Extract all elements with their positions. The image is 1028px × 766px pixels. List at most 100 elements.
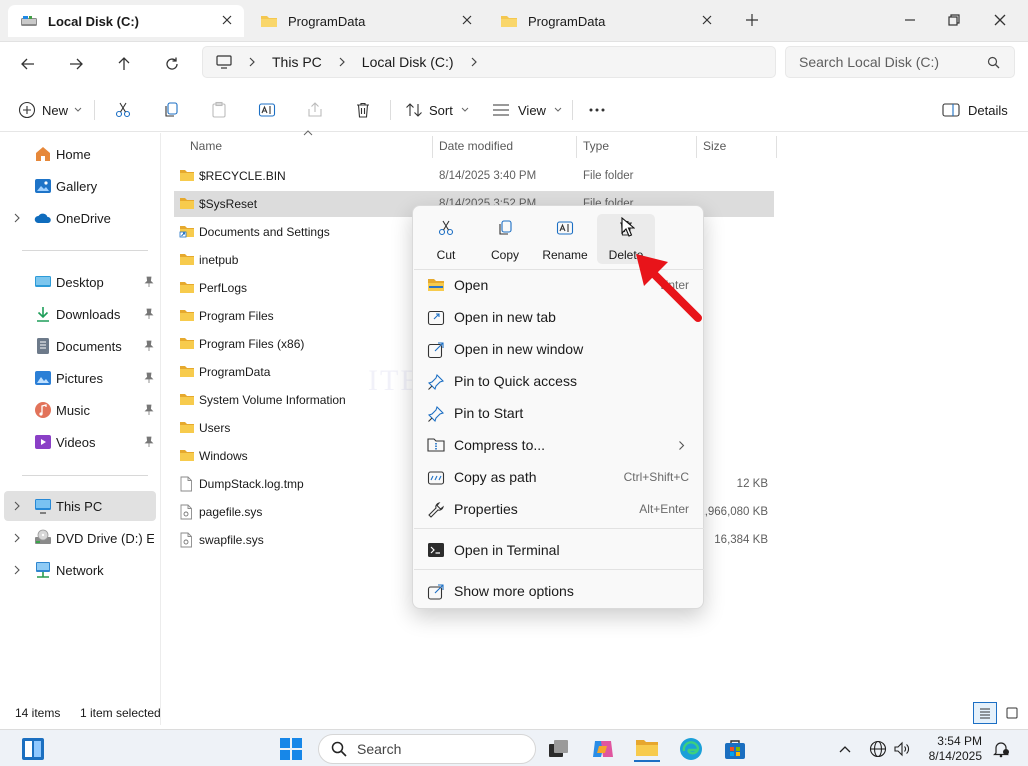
pin-icon[interactable]	[144, 276, 154, 288]
copilot-button[interactable]	[590, 736, 616, 762]
address-bar[interactable]: This PC Local Disk (C:)	[202, 46, 776, 78]
rename-button[interactable]	[258, 98, 276, 122]
sidebar-item-network[interactable]: Network	[4, 555, 156, 585]
system-clock[interactable]: 3:54 PM 8/14/2025	[920, 734, 982, 764]
maximize-button[interactable]	[940, 8, 968, 32]
sidebar-item-home[interactable]: Home	[4, 139, 156, 169]
chevron-right-icon[interactable]	[13, 565, 21, 575]
sidebar-item-music[interactable]: Music	[4, 395, 156, 425]
pin-icon[interactable]	[144, 340, 154, 352]
details-view-icon	[980, 708, 990, 719]
close-icon[interactable]	[700, 13, 714, 27]
sidebar-item-pictures[interactable]: Pictures	[4, 363, 156, 393]
new-tab-button[interactable]	[738, 8, 766, 32]
column-divider[interactable]	[576, 136, 577, 158]
volume-button[interactable]	[889, 736, 915, 762]
sort-button[interactable]: Sort	[405, 98, 469, 122]
tab-local-disk[interactable]: Local Disk (C:)	[8, 5, 244, 37]
pin-icon[interactable]	[144, 436, 154, 448]
paste-button[interactable]	[210, 98, 228, 122]
taskbar-search[interactable]: Search	[318, 734, 536, 764]
close-window-button[interactable]	[986, 8, 1014, 32]
search-input[interactable]: Search Local Disk (C:)	[785, 46, 1015, 78]
table-row[interactable]: $RECYCLE.BIN 8/14/2025 3:40 PM File folder	[174, 163, 774, 189]
details-view-button[interactable]	[973, 702, 997, 724]
menu-item-copy-as-path[interactable]: Copy as path Ctrl+Shift+C	[417, 462, 701, 492]
column-header-type[interactable]: Type	[583, 134, 609, 158]
sidebar-item-downloads[interactable]: Downloads	[4, 299, 156, 329]
cut-action[interactable]: Cut	[417, 214, 475, 264]
chevron-down-icon	[554, 107, 562, 113]
copy-button[interactable]	[162, 98, 180, 122]
store-button[interactable]	[722, 736, 748, 762]
tab-label: Local Disk (C:)	[48, 13, 140, 29]
tab-programdata[interactable]: ProgramData	[248, 5, 484, 37]
refresh-button[interactable]	[158, 50, 186, 78]
details-pane-button[interactable]: Details	[942, 98, 1008, 122]
trash-icon	[357, 102, 369, 118]
sidebar-item-documents[interactable]: Documents	[4, 331, 156, 361]
menu-item-compress-to[interactable]: Compress to...	[417, 430, 701, 460]
sidebar-item-this-pc[interactable]: This PC	[4, 491, 156, 521]
pin-icon[interactable]	[144, 308, 154, 320]
details-label: Details	[968, 102, 1008, 118]
new-button[interactable]: New	[18, 98, 82, 122]
column-divider[interactable]	[432, 136, 433, 158]
column-label: Type	[583, 139, 610, 153]
menu-item-open-in-new-window[interactable]: Open in new window	[417, 334, 701, 364]
start-button[interactable]	[278, 736, 304, 762]
column-header-name[interactable]: Name	[190, 134, 222, 158]
tab-programdata-2[interactable]: ProgramData	[488, 5, 724, 37]
share-button[interactable]	[306, 98, 324, 122]
column-header-size[interactable]: Size	[703, 134, 726, 158]
breadcrumb-local-disk[interactable]: Local Disk (C:)	[362, 54, 454, 70]
cut-button[interactable]	[114, 98, 132, 122]
back-button[interactable]	[14, 50, 42, 78]
up-button[interactable]	[110, 50, 138, 78]
breadcrumb-this-pc[interactable]: This PC	[272, 54, 322, 70]
pin-start-icon	[427, 405, 445, 423]
notifications-button[interactable]	[988, 736, 1014, 762]
edge-button[interactable]	[678, 736, 704, 762]
pin-icon[interactable]	[144, 404, 154, 416]
sidebar-item-onedrive[interactable]: OneDrive	[4, 203, 156, 233]
column-divider[interactable]	[776, 136, 777, 158]
widgets-button[interactable]	[20, 736, 46, 762]
edge-icon	[680, 738, 702, 760]
home-icon	[34, 145, 52, 163]
sidebar-item-dvd-drive[interactable]: DVD Drive (D:) ESD-	[4, 523, 156, 553]
show-hidden-icons-button[interactable]	[832, 736, 858, 762]
pin-icon[interactable]	[144, 372, 154, 384]
desktop-icon	[34, 273, 52, 291]
file-size: 12 KB	[736, 478, 768, 490]
forward-button[interactable]	[62, 50, 90, 78]
sidebar-item-desktop[interactable]: Desktop	[4, 267, 156, 297]
rename-action[interactable]: Rename	[536, 214, 594, 264]
delete-button[interactable]	[354, 98, 372, 122]
sidebar-item-videos[interactable]: Videos	[4, 427, 156, 457]
copy-action[interactable]: Copy	[476, 214, 534, 264]
file-size: 1,966,080 KB	[698, 506, 768, 518]
close-icon[interactable]	[460, 13, 474, 27]
minimize-button[interactable]	[896, 8, 924, 32]
column-header-date[interactable]: Date modified	[439, 134, 513, 158]
tiles-view-button[interactable]	[1001, 702, 1023, 724]
menu-item-pin-to-quick-access[interactable]: Pin to Quick access	[417, 366, 701, 396]
chevron-right-icon[interactable]	[13, 501, 21, 511]
toolbar-divider	[572, 100, 573, 120]
chevron-right-icon[interactable]	[13, 533, 21, 543]
network-status-button[interactable]	[865, 736, 891, 762]
menu-item-pin-to-start[interactable]: Pin to Start	[417, 398, 701, 428]
close-icon[interactable]	[220, 13, 234, 27]
sidebar-item-gallery[interactable]: Gallery	[4, 171, 156, 201]
menu-item-properties[interactable]: Properties Alt+Enter	[417, 494, 701, 524]
chevron-right-icon[interactable]	[13, 213, 21, 223]
column-divider[interactable]	[696, 136, 697, 158]
file-explorer-button[interactable]	[634, 736, 660, 762]
view-button[interactable]: View	[492, 98, 562, 122]
menu-item-open-in-terminal[interactable]: Open in Terminal	[417, 535, 701, 565]
task-view-button[interactable]	[546, 736, 572, 762]
menu-item-show-more-options[interactable]: Show more options	[417, 576, 701, 606]
more-button[interactable]	[588, 98, 606, 122]
file-name: $SysReset	[199, 197, 258, 211]
